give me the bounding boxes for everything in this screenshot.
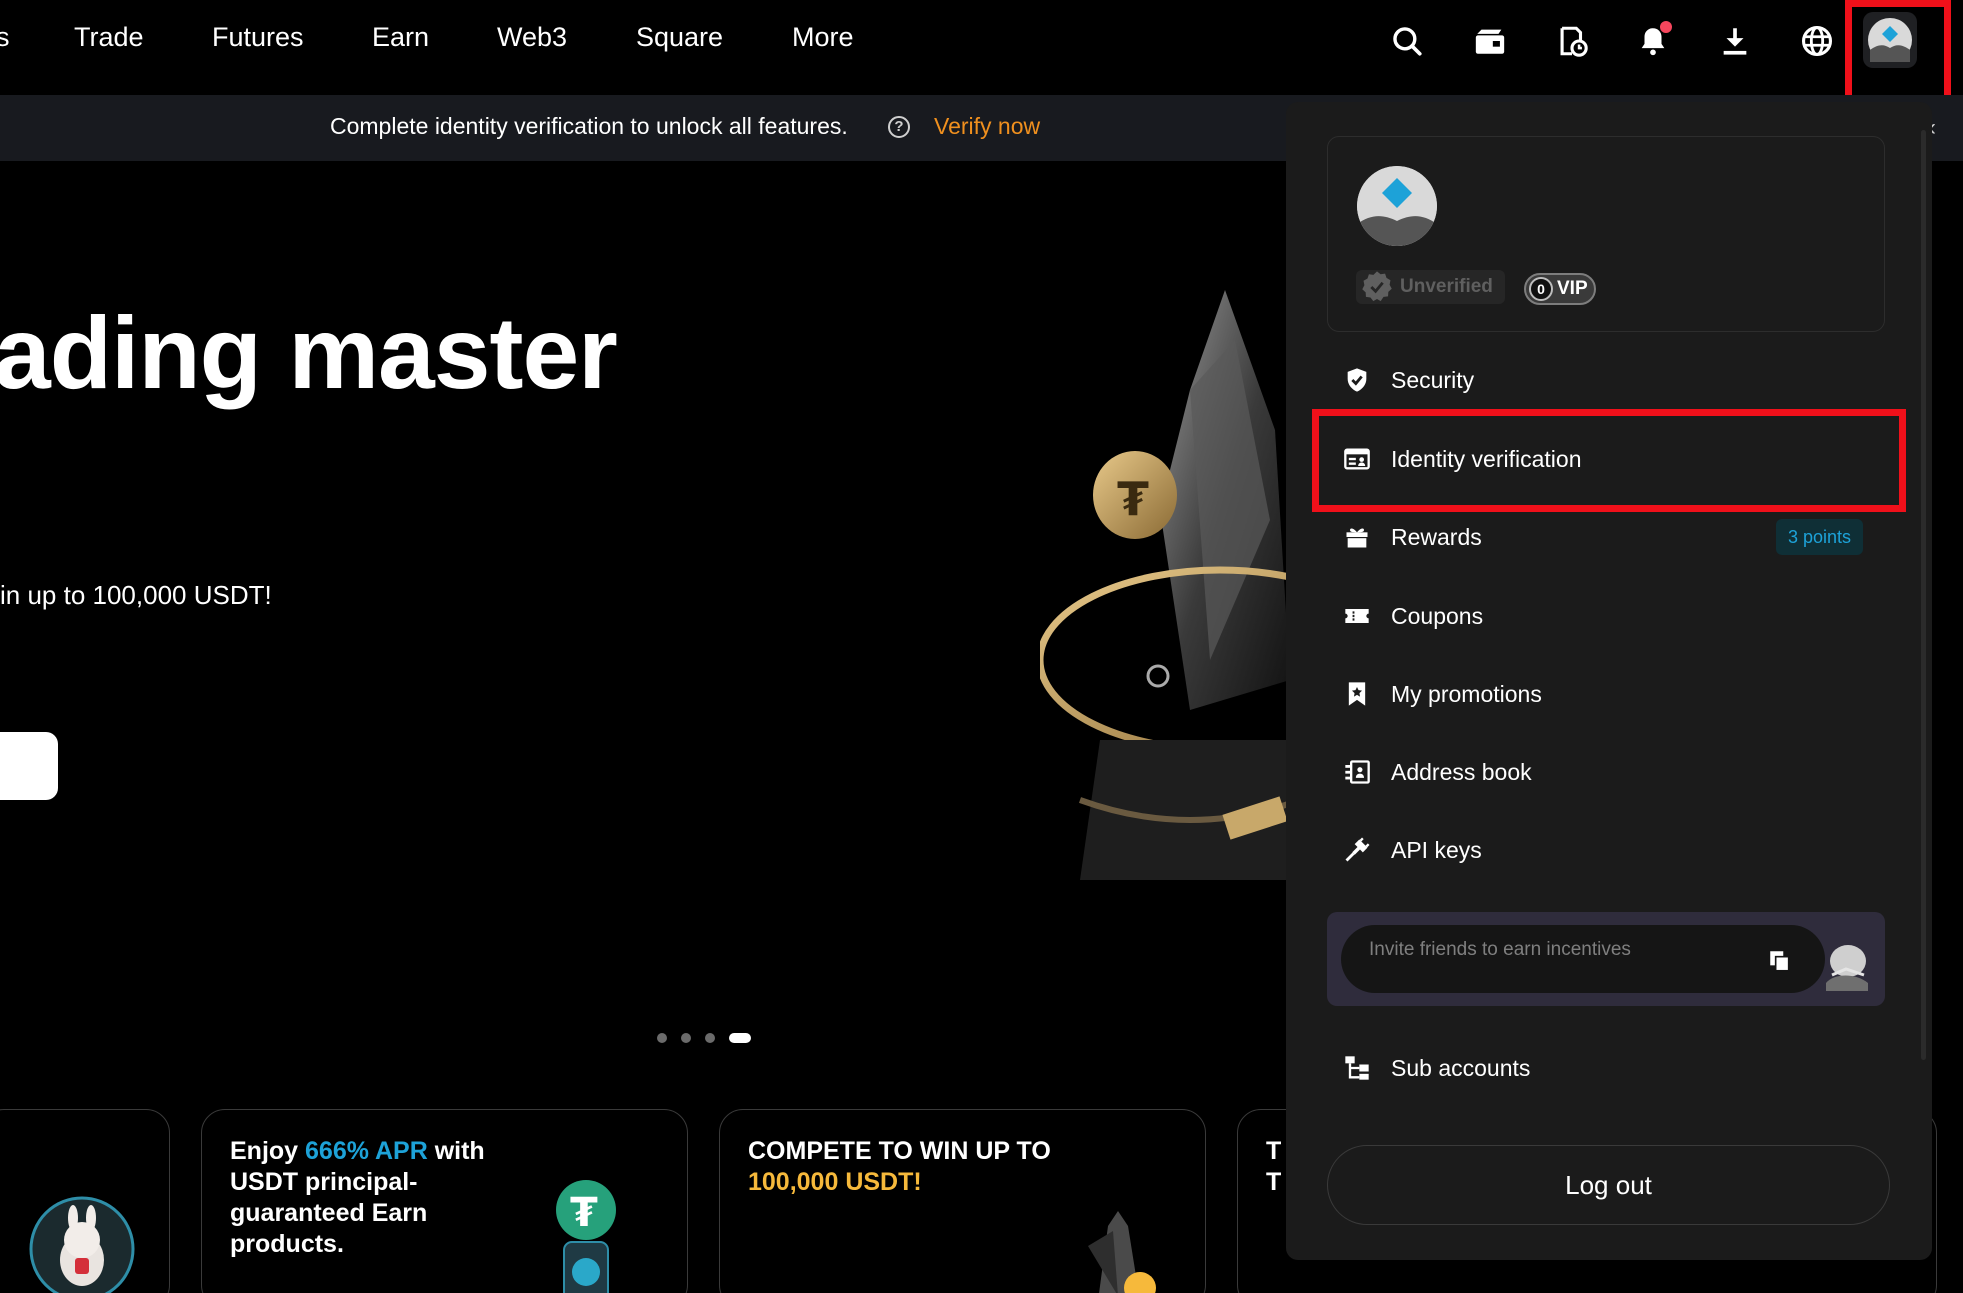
carousel-dot[interactable] (657, 1033, 667, 1043)
gift-icon (1342, 522, 1372, 552)
promo-card-1[interactable] (0, 1109, 170, 1293)
search-icon[interactable] (1388, 19, 1426, 63)
profile-avatar[interactable] (1357, 166, 1437, 246)
usdt-coin-icon: ₮ (556, 1180, 616, 1293)
carousel-dot[interactable] (705, 1033, 715, 1043)
promo-card-compete-text: COMPETE TO WIN UP TO 100,000 USDT! (748, 1137, 1051, 1196)
unverified-label: Unverified (1400, 276, 1493, 297)
nav-item-partial[interactable]: s (0, 22, 10, 53)
vip-label: VIP (1557, 278, 1588, 299)
verified-seal-icon (1362, 271, 1392, 302)
invite-link-input[interactable] (1341, 925, 1825, 993)
nav-item-web3[interactable]: Web3 (497, 22, 567, 53)
avatar-icon[interactable] (1863, 12, 1917, 68)
hierarchy-icon (1342, 1053, 1372, 1083)
nav-item-square[interactable]: Square (636, 22, 723, 53)
menu-label-identity-verification: Identity verification (1391, 445, 1582, 472)
menu-label-coupons: Coupons (1391, 602, 1484, 629)
menu-label-sub-accounts: Sub accounts (1391, 1054, 1531, 1081)
points-badge: 3 points (1775, 519, 1863, 555)
menu-item-rewards[interactable]: Rewards 3 points (1327, 507, 1885, 567)
menu-label-security: Security (1391, 366, 1475, 393)
carousel-dot-active[interactable] (729, 1033, 751, 1043)
menu-item-address-book[interactable]: Address book (1327, 742, 1885, 802)
vip-level: 0 (1529, 277, 1553, 301)
notification-dot (1660, 21, 1672, 33)
carousel-dot[interactable] (681, 1033, 691, 1043)
menu-item-api-keys[interactable]: API keys (1327, 820, 1885, 880)
bookmark-star-icon (1342, 679, 1372, 709)
mascot-image (29, 1196, 135, 1293)
hero-subtitle: in up to 100,000 USDT! (0, 580, 272, 610)
plug-icon (1342, 835, 1372, 865)
trophy-illustration: ₮ (1040, 290, 1300, 880)
logout-button[interactable]: Log out (1327, 1145, 1890, 1225)
nav-item-more[interactable]: More (792, 22, 854, 53)
vip-badge[interactable]: 0 VIP (1524, 273, 1596, 305)
copy-icon[interactable] (1766, 947, 1794, 975)
promo-card-earn-text: Enjoy 666% APR with USDT principal-guara… (230, 1137, 485, 1258)
panel-scrollbar[interactable] (1921, 130, 1926, 1060)
invite-illustration (1826, 945, 1868, 991)
menu-label-api-keys: API keys (1391, 836, 1482, 863)
unverified-badge[interactable]: Unverified (1356, 270, 1505, 304)
svg-text:₮: ₮ (1117, 472, 1149, 526)
menu-item-security[interactable]: Security (1327, 350, 1885, 410)
orders-history-icon[interactable] (1553, 19, 1591, 63)
svg-text:₮: ₮ (570, 1190, 598, 1236)
nav-item-trade[interactable]: Trade (74, 22, 144, 53)
ticket-icon (1342, 601, 1372, 631)
menu-label-rewards: Rewards (1391, 523, 1482, 550)
promo-card-earn[interactable]: Enjoy 666% APR with USDT principal-guara… (201, 1109, 688, 1293)
bell-icon[interactable] (1634, 19, 1672, 63)
nav-item-earn[interactable]: Earn (372, 22, 429, 53)
promo-card-compete[interactable]: COMPETE TO WIN UP TO 100,000 USDT! (719, 1109, 1206, 1293)
id-card-icon (1342, 444, 1372, 474)
nav-item-futures[interactable]: Futures (212, 22, 304, 53)
download-icon[interactable] (1716, 19, 1754, 63)
hero-title: ading master (0, 296, 618, 410)
mini-trophy-icon (1088, 1211, 1156, 1293)
help-icon[interactable]: ? (888, 116, 910, 138)
menu-item-coupons[interactable]: Coupons (1327, 586, 1885, 646)
menu-item-sub-accounts[interactable]: Sub accounts (1327, 1038, 1885, 1098)
carousel-dots (657, 1033, 751, 1043)
wallet-icon[interactable] (1471, 19, 1509, 63)
verify-now-link[interactable]: Verify now (934, 113, 1040, 140)
menu-item-my-promotions[interactable]: My promotions (1327, 664, 1885, 724)
globe-icon[interactable] (1798, 19, 1836, 63)
banner-message: Complete identity verification to unlock… (330, 113, 848, 139)
address-book-icon (1342, 757, 1372, 787)
top-navigation: s Trade Futures Earn Web3 Square More (0, 0, 1963, 95)
shield-icon (1342, 365, 1372, 395)
menu-label-my-promotions: My promotions (1391, 680, 1542, 707)
hero-cta-button[interactable] (0, 732, 58, 800)
menu-label-address-book: Address book (1391, 758, 1532, 785)
menu-item-identity-verification[interactable]: Identity verification (1327, 429, 1885, 489)
